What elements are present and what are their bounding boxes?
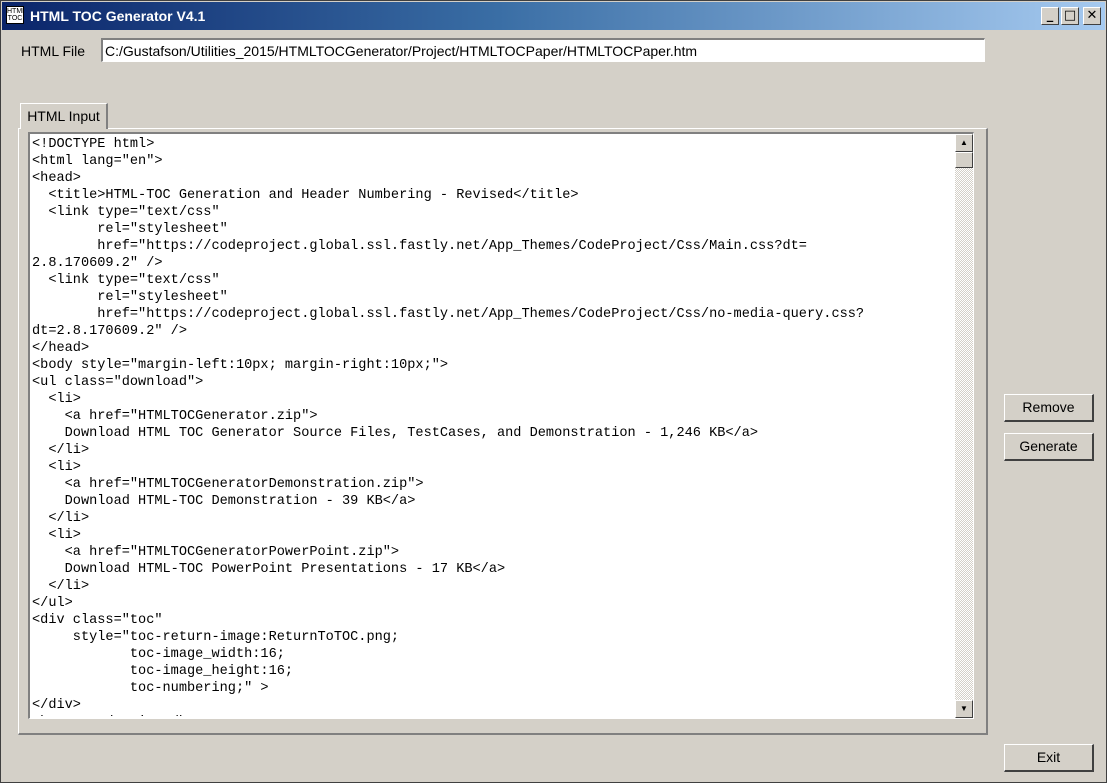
code-line: <link type="text/css" — [32, 205, 220, 220]
code-line: href="https://codeproject.global.ssl.fas… — [32, 239, 807, 254]
scrollbar-thumb[interactable] — [955, 152, 973, 168]
code-line: 2.8.170609.2" /> — [32, 256, 163, 271]
code-line: <!DOCTYPE html> — [32, 137, 155, 152]
scroll-up-arrow-icon[interactable]: ▲ — [955, 134, 973, 152]
code-line: <title>HTML-TOC Generation and Header Nu… — [32, 188, 579, 203]
code-line: </li> — [32, 579, 90, 594]
code-line: <a href="HTMLTOCGeneratorDemonstration.z… — [32, 477, 424, 492]
code-line: href="https://codeproject.global.ssl.fas… — [32, 307, 865, 322]
code-line: </ul> — [32, 596, 73, 611]
code-line: dt=2.8.170609.2" /> — [32, 324, 187, 339]
window-title: HTML TOC Generator V4.1 — [30, 8, 206, 24]
code-line: Download HTML-TOC PowerPoint Presentatio… — [32, 562, 506, 577]
html-input-editor[interactable]: <!DOCTYPE html> <html lang="en"> <head> <t… — [28, 132, 974, 719]
code-line: <body style="margin-left:10px; margin-ri… — [32, 358, 449, 373]
code-line: </li> — [32, 443, 90, 458]
tab-html-input[interactable]: HTML Input — [20, 103, 108, 129]
code-line: </li> — [32, 511, 90, 526]
code-line: </div> — [32, 698, 81, 713]
code-line: <li> — [32, 392, 81, 407]
code-line: <head> — [32, 171, 81, 186]
code-line: Download HTML-TOC Demonstration - 39 KB<… — [32, 494, 416, 509]
code-line: <a href="HTMLTOCGenerator.zip"> — [32, 409, 318, 424]
code-line: <ul class="download"> — [32, 375, 204, 390]
code-line: <li> — [32, 528, 81, 543]
exit-button[interactable]: Exit — [1004, 744, 1094, 772]
code-line: toc-image_height:16; — [32, 664, 294, 679]
scroll-down-arrow-icon[interactable]: ▼ — [955, 700, 973, 718]
remove-button[interactable]: Remove — [1004, 394, 1094, 422]
minimize-button[interactable]: _ — [1041, 7, 1059, 25]
code-line: toc-image_width:16; — [32, 647, 285, 662]
close-button[interactable]: ✕ — [1083, 7, 1101, 25]
vertical-scrollbar[interactable]: ▲ ▼ — [955, 134, 973, 718]
app-icon-text-bottom: TOC — [7, 15, 23, 22]
html-file-label: HTML File — [21, 43, 86, 59]
html-file-path-input[interactable] — [101, 38, 985, 62]
code-line: <div class="toc" — [32, 613, 163, 628]
app-window: HTML TOC HTML TOC Generator V4.1 _ □ ✕ H… — [0, 0, 1107, 783]
generate-button[interactable]: Generate — [1004, 433, 1094, 461]
code-line: <link type="text/css" — [32, 273, 220, 288]
app-icon: HTML TOC — [6, 6, 24, 24]
code-line: rel="stylesheet" — [32, 290, 228, 305]
code-line: Download HTML TOC Generator Source Files… — [32, 426, 759, 441]
maximize-button[interactable]: □ — [1061, 7, 1079, 25]
code-line: <html lang="en"> — [32, 154, 163, 169]
code-line: <a href="HTMLTOCGeneratorPowerPoint.zip"… — [32, 545, 400, 560]
title-bar[interactable]: HTML TOC HTML TOC Generator V4.1 _ □ ✕ — [2, 2, 1105, 30]
app-icon-text-top: HTML — [7, 8, 23, 15]
code-line: <li> — [32, 460, 81, 475]
code-line: </head> — [32, 341, 90, 356]
html-source-text[interactable]: <!DOCTYPE html> <html lang="en"> <head> <t… — [32, 136, 952, 716]
code-line: <h2>Introduction</h2> — [32, 714, 952, 716]
code-line: style="toc-return-image:ReturnToTOC.png; — [32, 630, 400, 645]
code-line: toc-numbering;" > — [32, 681, 269, 696]
code-line: rel="stylesheet" — [32, 222, 228, 237]
window-controls: _ □ ✕ — [1041, 7, 1101, 25]
